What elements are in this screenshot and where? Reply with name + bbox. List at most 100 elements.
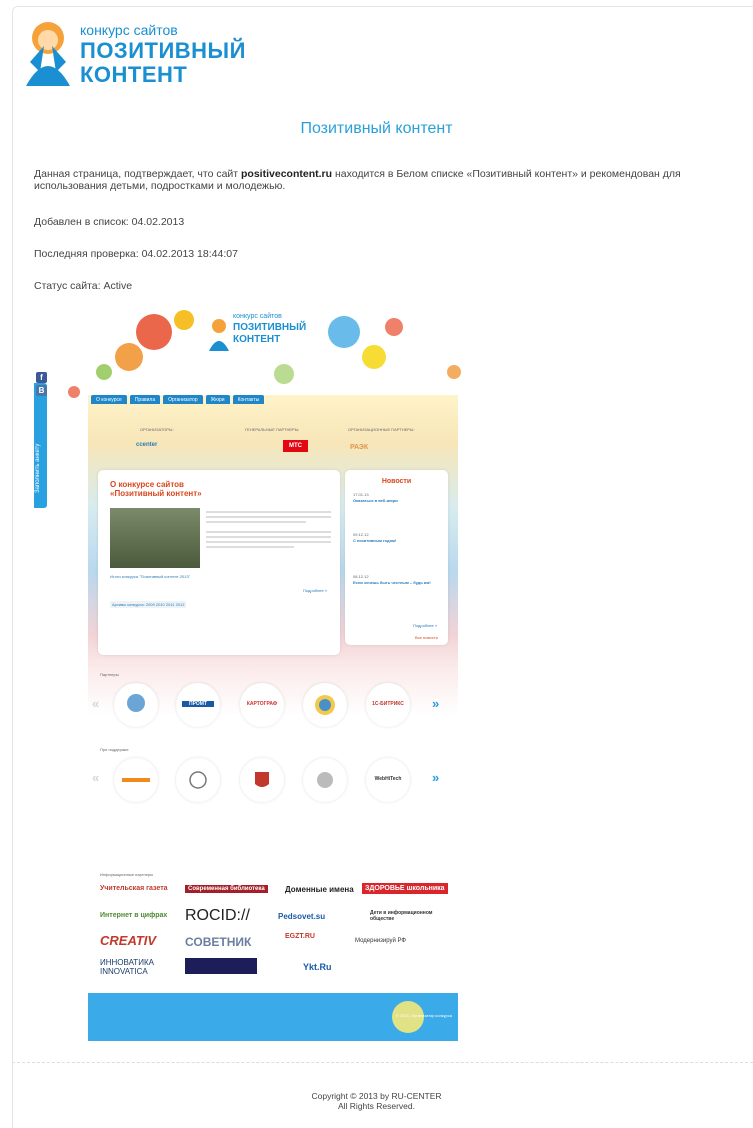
support-logo-4[interactable]	[303, 758, 347, 802]
org-header-organizers: ОРГАНИЗАТОРЫ:	[140, 427, 174, 432]
info-logo-yktru[interactable]: Ykt.Ru	[303, 962, 332, 972]
fill-form-tab[interactable]: Заполнить анкету	[34, 383, 47, 508]
support-logo-1[interactable]	[114, 758, 158, 802]
org-logo-ccenter[interactable]: ccenter	[136, 442, 157, 448]
support-next-arrow[interactable]: »	[432, 770, 439, 785]
support-shield-icon	[255, 772, 269, 787]
info-logo-deti[interactable]: Дети в информационном обществе	[370, 910, 445, 922]
partners-next-arrow[interactable]: »	[432, 696, 439, 711]
support-eagle-icon	[317, 772, 333, 788]
nav-item-organizer[interactable]: Организатор	[163, 395, 203, 404]
last-check: Последняя проверка: 04.02.2013 18:44:07	[34, 248, 238, 260]
org-logo-mts[interactable]: МТС	[283, 440, 308, 452]
site-domain: positivecontent.ru	[241, 168, 333, 180]
facebook-icon[interactable]: f	[36, 372, 47, 383]
partner-logo-bitrix[interactable]: 1С-БИТРИКС	[366, 683, 410, 727]
mini-logo-line2: ПОЗИТИВНЫЙ	[233, 322, 307, 333]
mini-mascot-icon	[209, 319, 229, 351]
site-logo[interactable]: конкурс сайтов ПОЗИТИВНЫЙ КОНТЕНТ	[20, 16, 260, 96]
org-logo-raek[interactable]: РАЭК	[350, 444, 368, 451]
info-logo-zdorovye[interactable]: ЗДОРОВЬЕ школьника	[362, 883, 448, 894]
nav-item-contacts[interactable]: Контакты	[232, 395, 265, 404]
nav-item-rules[interactable]: Правила	[129, 395, 161, 404]
screenshot-logo: конкурс сайтов ПОЗИТИВНЫЙ КОНТЕНТ	[207, 307, 317, 355]
info-logo-innovatica[interactable]: ИННОВАТИКА INNOVATICA	[100, 958, 182, 976]
fill-form-label: Заполнить анкету	[35, 443, 41, 493]
support-label: При поддержке	[100, 747, 129, 752]
description-pre: Данная страница, подтверждает, что сайт	[34, 168, 242, 180]
info-logo-uchgazeta[interactable]: Учительская газета	[100, 885, 168, 892]
about-more-link[interactable]: Подробнее »	[303, 588, 327, 593]
added-value: 04.02.2013	[131, 216, 185, 228]
info-logo-modernizir[interactable]: Модернизируй РФ	[355, 938, 406, 944]
info-logo-egzt[interactable]: EGZT.RU	[285, 933, 315, 940]
info-logo-rocid[interactable]: ROCID://	[185, 907, 250, 925]
nav-item-jury[interactable]: Жюри	[205, 395, 230, 404]
org-header-general: ГЕНЕРАЛЬНЫЕ ПАРТНЕРЫ:	[245, 427, 300, 432]
news-title-2[interactable]: С позитивным годом!	[353, 538, 396, 543]
partner-logo-promt[interactable]: ПРОМТ	[176, 683, 220, 727]
partner-logo-1[interactable]	[114, 683, 158, 727]
added-label: Добавлен в список:	[34, 216, 129, 228]
partner-promt-label: ПРОМТ	[182, 701, 214, 707]
partner-logo-4[interactable]	[303, 683, 347, 727]
logo-line2: ПОЗИТИВНЫЙ	[80, 38, 246, 63]
status-value: Active	[103, 280, 133, 292]
partner-bitrix-label: 1С-БИТРИКС	[372, 701, 404, 707]
vk-icon[interactable]: B	[36, 385, 47, 396]
added-date: Добавлен в список: 04.02.2013	[34, 216, 184, 228]
partners-prev-arrow[interactable]: «	[92, 696, 99, 711]
archive-links[interactable]: Архивы конкурса: 2009 2010 2011 2012	[110, 601, 187, 608]
news-date-3: 08.12.12	[353, 574, 369, 579]
support-logo-1-icon	[122, 778, 150, 782]
support-coat-icon	[189, 771, 207, 789]
screenshot-copyright: © 2013, Организатор конкурса	[395, 1013, 452, 1018]
info-logo-creativ[interactable]: CREATIV	[100, 933, 156, 948]
info-logo-pedsovet[interactable]: Pedsovet.su	[278, 912, 325, 921]
news-title-3[interactable]: Если хочешь быть честным – будь им!	[353, 580, 441, 585]
footer-divider	[12, 1062, 753, 1063]
news-panel: Новости 17.01.13 Оказаться в веб-жюри 09…	[345, 470, 448, 645]
support-webhitech-label: WebHiTech	[374, 776, 402, 782]
about-panel: О конкурсе сайтов «Позитивный контент» И…	[98, 470, 340, 655]
mini-logo-line1: конкурс сайтов	[233, 313, 282, 320]
support-logo-3[interactable]	[240, 758, 284, 802]
mini-logo-line3: КОНТЕНТ	[233, 334, 281, 345]
support-logo-2[interactable]	[176, 758, 220, 802]
info-logo-dark-banner[interactable]	[185, 958, 257, 974]
logo-mascot-icon	[26, 22, 70, 86]
info-partners-label: Информационные партнеры	[100, 872, 154, 877]
news-more-link[interactable]: Подробнее »	[413, 623, 437, 628]
about-photo	[110, 508, 200, 568]
screenshot-nav: О конкурсе Правила Организатор Жюри Конт…	[91, 395, 265, 404]
logo-line3: КОНТЕНТ	[80, 62, 188, 87]
footer-rights: All Rights Reserved.	[337, 1101, 415, 1111]
partner-globe-icon	[127, 694, 145, 712]
last-check-value: 04.02.2013 18:44:07	[141, 248, 238, 260]
last-check-label: Последняя проверка:	[34, 248, 139, 260]
news-date-1: 17.01.13	[353, 492, 369, 497]
nav-item-about[interactable]: О конкурсе	[91, 395, 127, 404]
partner-kartograf-label: КАРТОГРАФ	[246, 701, 278, 707]
news-title-1[interactable]: Оказаться в веб-жюри	[353, 498, 398, 503]
page-title: Позитивный контент	[300, 120, 453, 137]
description-text: Данная страница, подтверждает, что сайт …	[34, 168, 749, 192]
about-winners-link[interactable]: Итоги конкурса "Позитивный контент 2013"	[110, 574, 190, 579]
logo-line1: конкурс сайтов	[80, 22, 178, 38]
about-title: О конкурсе сайтов «Позитивный контент»	[110, 480, 202, 498]
support-logo-webhitech[interactable]: WebHiTech	[366, 758, 410, 802]
all-news-link[interactable]: Все новости	[415, 635, 438, 640]
info-logo-domains[interactable]: Доменные имена	[285, 885, 354, 894]
org-header-org-partners: ОРГАНИЗАЦИОННЫЕ ПАРТНЕРЫ:	[348, 427, 415, 432]
partner-logo-kartograf[interactable]: КАРТОГРАФ	[240, 683, 284, 727]
info-logo-sovetnik[interactable]: СОВЕТНИК	[185, 935, 251, 949]
status-label: Статус сайта:	[34, 280, 101, 292]
partners-label: Партнеры	[100, 672, 119, 677]
partner-emblem-icon	[315, 695, 335, 715]
news-title: Новости	[381, 478, 412, 485]
info-logo-sovrbibl[interactable]: Современная библиотека	[185, 885, 268, 893]
news-date-2: 09.12.12	[353, 532, 369, 537]
support-prev-arrow[interactable]: «	[92, 770, 99, 785]
footer-copyright: Copyright © 2013 by RU-CENTER	[311, 1091, 442, 1101]
info-logo-internet-v-cifrah[interactable]: Интернет в цифрах	[100, 912, 167, 919]
